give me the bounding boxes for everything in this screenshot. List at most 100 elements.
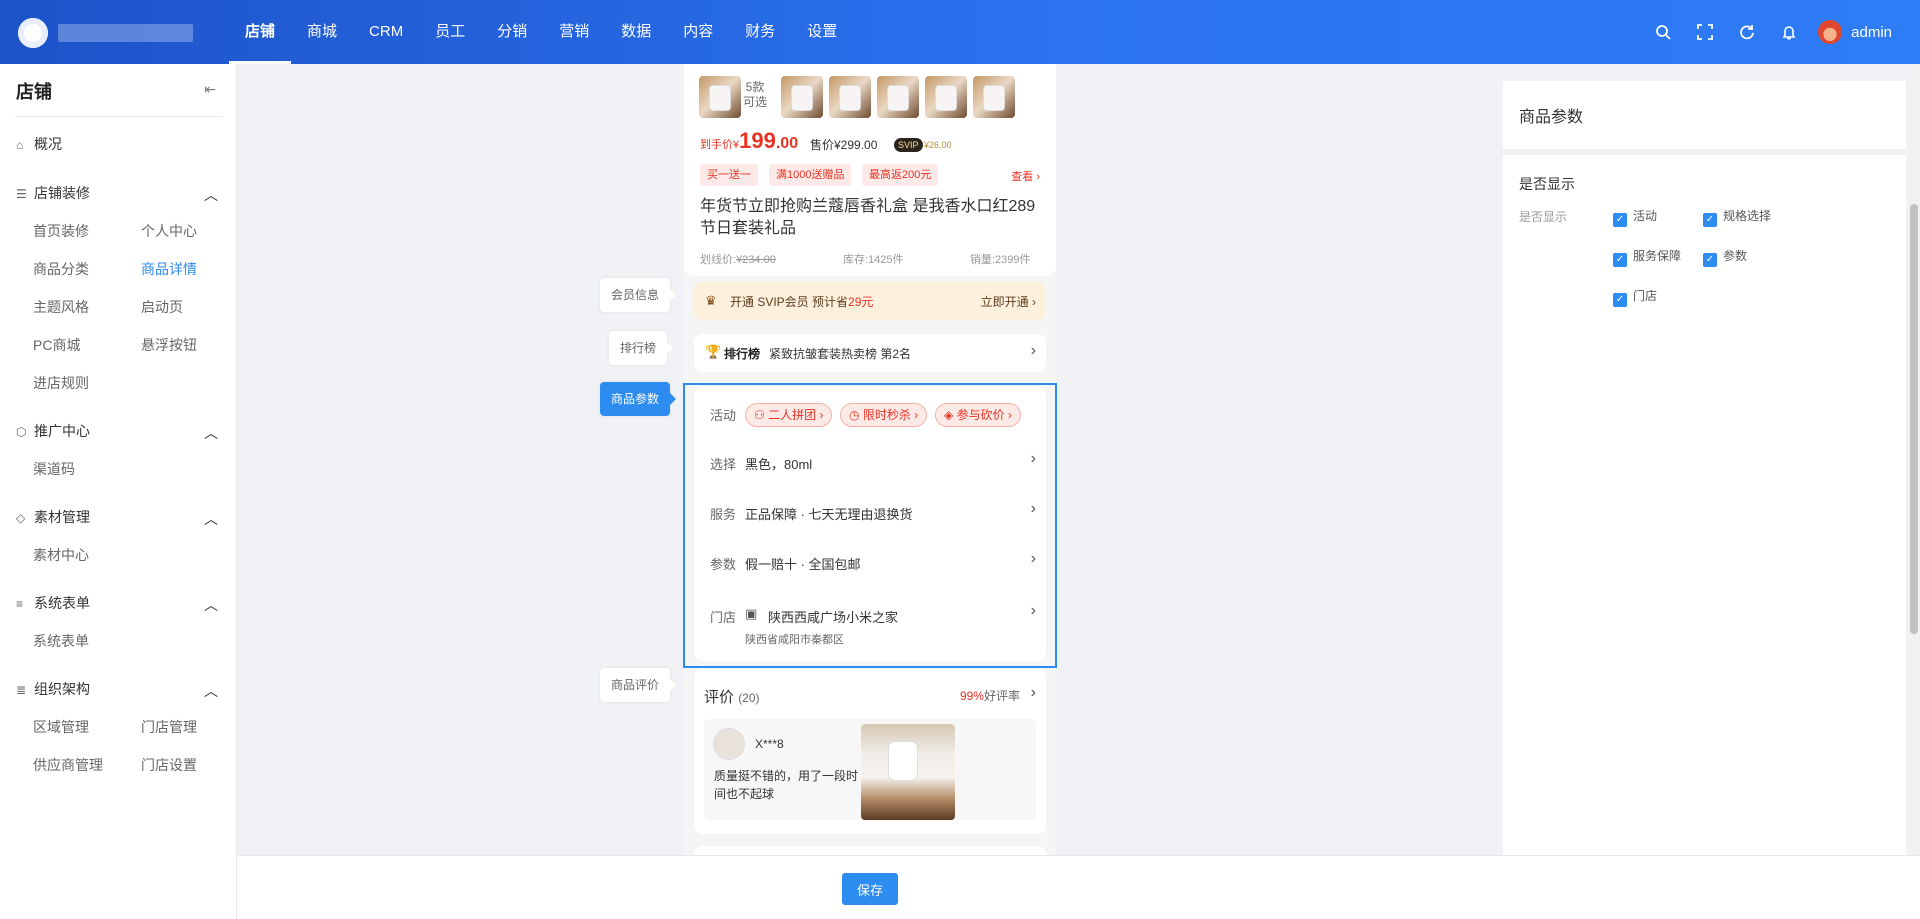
promo-tag[interactable]: 满1000送赠品 — [769, 164, 852, 186]
section-label-product-params[interactable]: 商品参数 — [600, 382, 677, 416]
nav-settings[interactable]: 设置 — [791, 0, 853, 64]
logo[interactable] — [18, 18, 48, 48]
member-open-link[interactable]: 立即开通 › — [981, 293, 1036, 310]
nav-shop[interactable]: 店铺 — [229, 0, 292, 64]
nav-content[interactable]: 内容 — [667, 0, 729, 64]
promo-more-link[interactable]: 查看 › — [1011, 168, 1040, 184]
nav-crm[interactable]: CRM — [353, 0, 419, 64]
review-image[interactable] — [861, 724, 955, 820]
ranking-banner[interactable]: 🏆 排行榜 紧致抗皱套装热卖榜 第2名 › — [694, 334, 1046, 372]
sidebar-group-material[interactable]: ◇ 素材管理 ︿ — [16, 507, 218, 527]
promo-tag[interactable]: 最高返200元 — [862, 164, 939, 186]
gallery-thumb[interactable] — [781, 76, 823, 118]
member-text: 开通 SVIP会员 预计省29元 — [730, 295, 874, 309]
section-label-ranking[interactable]: 排行榜 — [609, 331, 674, 365]
visibility-label: 是否显示 — [1519, 210, 1568, 224]
good-rate: 99%好评率 — [959, 689, 1020, 703]
next-section-card — [694, 846, 1046, 855]
gallery-thumb[interactable] — [829, 76, 871, 118]
sidebar-item-channel-code[interactable]: 渠道码 — [33, 459, 75, 479]
chevron-up-icon: ︿ — [204, 683, 218, 699]
sidebar-item-material-center[interactable]: 素材中心 — [33, 545, 89, 565]
sidebar-item-store-management[interactable]: 门店管理 — [141, 717, 197, 737]
sidebar-item-overview[interactable]: ⌂ 概况 — [16, 134, 218, 152]
scrollbar-thumb[interactable] — [1910, 204, 1918, 634]
promotion-icon: ⬡ — [16, 425, 27, 439]
save-button[interactable]: 保存 — [842, 873, 898, 905]
gallery-thumb[interactable] — [699, 76, 741, 118]
crown-icon: ♛ — [705, 293, 717, 308]
sidebar-group-promotion[interactable]: ⬡ 推广中心 ︿ — [16, 421, 218, 441]
sidebar-divider — [14, 116, 222, 117]
nav-data[interactable]: 数据 — [605, 0, 667, 64]
checkbox-params[interactable]: ✓ 参数 — [1703, 247, 1747, 267]
ranking-text: 紧致抗皱套装热卖榜 第2名 — [769, 347, 912, 361]
sidebar-item-system-forms[interactable]: 系统表单 — [33, 631, 89, 651]
sidebar-item-store-settings[interactable]: 门店设置 — [141, 755, 197, 775]
stock: 库存:1425件 — [843, 254, 904, 266]
chevron-right-icon: › — [1030, 342, 1036, 359]
collapse-sidebar-icon[interactable]: ⇤ — [204, 81, 216, 98]
home-icon: ⌂ — [16, 138, 24, 152]
nav-distribution[interactable]: 分销 — [481, 0, 543, 64]
sidebar-item-home-decoration[interactable]: 首页装修 — [33, 221, 89, 241]
sidebar-item-category[interactable]: 商品分类 — [33, 259, 89, 279]
checkbox-spec-select[interactable]: ✓ 规格选择 — [1703, 207, 1771, 227]
checkmark-icon: ✓ — [1613, 213, 1627, 227]
sidebar-item-region-management[interactable]: 区域管理 — [33, 717, 89, 737]
username[interactable]: admin — [1851, 24, 1892, 41]
section-label-member[interactable]: 会员信息 — [600, 278, 677, 312]
svip-price: ¥26.00 — [924, 140, 952, 150]
ranking-badge: 排行榜 — [724, 347, 761, 361]
main-nav: 店铺 商城 CRM 员工 分销 营销 数据 内容 财务 设置 — [229, 0, 853, 64]
checkbox-store[interactable]: ✓ 门店 — [1613, 287, 1657, 307]
nav-marketing[interactable]: 营销 — [543, 0, 605, 64]
sidebar-group-system-forms[interactable]: ≡ 系统表单 ︿ — [16, 593, 218, 613]
sale-price: 售价¥299.00 — [810, 138, 878, 152]
sidebar-title: 店铺 — [16, 82, 52, 102]
fullscreen-icon[interactable] — [1684, 24, 1726, 40]
page-scrollbar[interactable] — [1908, 64, 1920, 855]
sidebar-item-launch-page[interactable]: 启动页 — [141, 297, 183, 317]
nav-staff[interactable]: 员工 — [419, 0, 481, 64]
sidebar-item-float-button[interactable]: 悬浮按钮 — [141, 335, 197, 355]
settings-panel: 商品参数 是否显示 是否显示 ✓ 活动 ✓ 规格选择 ✓ 服务保障 ✓ 参数 ✓ 门店 — [1503, 81, 1906, 855]
sidebar-item-pc-mall[interactable]: PC商城 — [33, 335, 80, 355]
avatar[interactable] — [1818, 20, 1843, 44]
review-card[interactable]: 评价 (20) 99%好评率 › X***8 质量挺不错的，用了一段时间也不起球 — [694, 669, 1046, 834]
sidebar-item-theme[interactable]: 主题风格 — [33, 297, 89, 317]
sidebar-item-entry-rules[interactable]: 进店规则 — [33, 373, 89, 393]
sidebar: 店铺 ⇤ ⌂ 概况 ☰ 店铺装修 ︿ 首页装修 个人中心 商品分类 商品详情 主题风格… — [0, 64, 237, 919]
promo-tag[interactable]: 买一送一 — [700, 164, 758, 186]
gallery-thumb[interactable] — [925, 76, 967, 118]
checkbox-service[interactable]: ✓ 服务保障 — [1613, 247, 1681, 267]
sidebar-group-organization[interactable]: ≣ 组织架构 ︿ — [16, 679, 218, 699]
nav-mall[interactable]: 商城 — [291, 0, 353, 64]
final-price: 到手价¥199.00 — [700, 128, 799, 153]
trophy-icon: 🏆 — [705, 344, 722, 359]
refresh-icon[interactable] — [1726, 24, 1768, 40]
chevron-right-icon[interactable]: › — [1031, 684, 1036, 702]
section-label-product-review[interactable]: 商品评价 — [600, 668, 677, 702]
search-icon[interactable] — [1642, 24, 1684, 40]
checkbox-activity[interactable]: ✓ 活动 — [1613, 207, 1657, 227]
sidebar-item-product-detail[interactable]: 商品详情 — [141, 259, 197, 279]
visibility-section-title: 是否显示 — [1519, 176, 1575, 192]
review-user: X***8 — [755, 737, 784, 751]
product-summary-card[interactable]: 5款 可选 到手价¥199.00 售价¥299.00 SVIP ¥26.00 买… — [684, 64, 1056, 276]
gallery-thumb[interactable] — [877, 76, 919, 118]
selected-component-outline — [683, 383, 1057, 668]
svip-badge: SVIP — [894, 138, 923, 152]
nav-finance[interactable]: 财务 — [729, 0, 791, 64]
sidebar-item-supplier-management[interactable]: 供应商管理 — [33, 755, 103, 775]
gallery-thumb[interactable] — [973, 76, 1015, 118]
gallery-count: 5款 可选 — [743, 80, 768, 109]
chevron-up-icon: ︿ — [204, 187, 218, 203]
checkmark-icon: ✓ — [1703, 213, 1717, 227]
member-banner[interactable]: ♛ 开通 SVIP会员 预计省29元 立即开通 › — [694, 282, 1046, 320]
strike-price: 划线价:¥234.00 — [700, 254, 776, 266]
sidebar-item-personal-center[interactable]: 个人中心 — [141, 221, 197, 241]
sidebar-group-decor[interactable]: ☰ 店铺装修 ︿ — [16, 183, 218, 203]
bell-icon[interactable] — [1768, 24, 1810, 40]
chevron-up-icon: ︿ — [204, 425, 218, 441]
